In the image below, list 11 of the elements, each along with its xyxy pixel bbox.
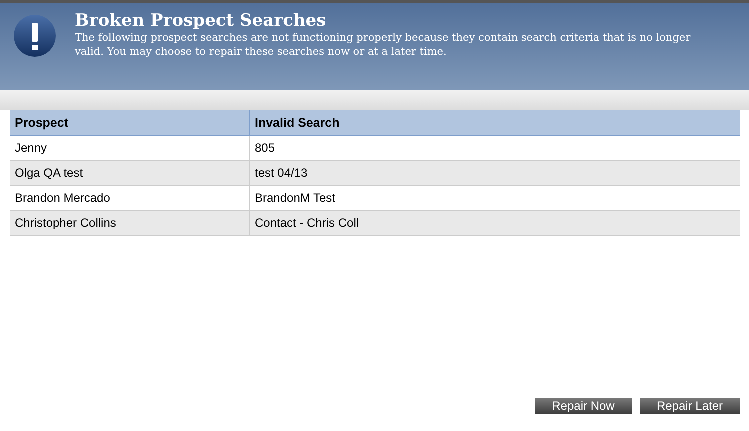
table-cell: Christopher Collins — [10, 210, 250, 236]
repair-later-button[interactable]: Repair Later — [640, 398, 740, 414]
table-cell: Olga QA test — [10, 160, 250, 186]
dialog-message: The following prospect searches are not functioning properly because they contain search criteria that is no longer valid. You may choose to repair these searches now or at a later time. — [75, 31, 692, 59]
dialog-title: Broken Prospect Searches — [75, 11, 328, 31]
column-header: Invalid Search — [250, 110, 740, 136]
table-cell: test 04/13 — [250, 160, 740, 186]
column-header: Prospect — [10, 110, 250, 136]
alert-icon — [14, 15, 56, 57]
table-cell: Contact - Chris Coll — [250, 210, 740, 236]
repair-now-button[interactable]: Repair Now — [535, 398, 632, 414]
